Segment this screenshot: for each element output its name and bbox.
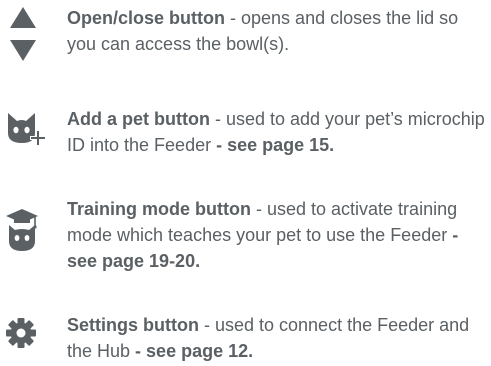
training-mode-description: Training mode button - used to activate …: [67, 196, 487, 274]
settings-description: Settings button - used to connect the Fe…: [67, 312, 487, 364]
open-close-item: Open/close button - opens and closes the…: [0, 0, 491, 80]
settings-item: Settings button - used to connect the Fe…: [0, 305, 491, 365]
training-mode-title: Training mode button: [67, 199, 251, 219]
cat-graduation-cap-icon: [4, 207, 50, 253]
add-pet-description: Add a pet button - used to add your pet’…: [67, 106, 487, 158]
training-mode-item: Training mode button - used to activate …: [0, 185, 491, 285]
button-reference-page: Open/close button - opens and closes the…: [0, 0, 491, 366]
add-pet-reference: - see page 15.: [211, 135, 335, 155]
gear-icon: [4, 316, 50, 350]
add-pet-item: Add a pet button - used to add your pet’…: [0, 95, 491, 175]
open-close-description: Open/close button - opens and closes the…: [67, 5, 487, 57]
settings-reference: - see page 12.: [130, 341, 254, 361]
settings-title: Settings button: [67, 315, 199, 335]
add-pet-title: Add a pet button: [67, 109, 210, 129]
up-down-arrows-icon: [8, 4, 54, 64]
open-close-title: Open/close button: [67, 8, 226, 28]
cat-face-plus-icon: [4, 109, 50, 149]
